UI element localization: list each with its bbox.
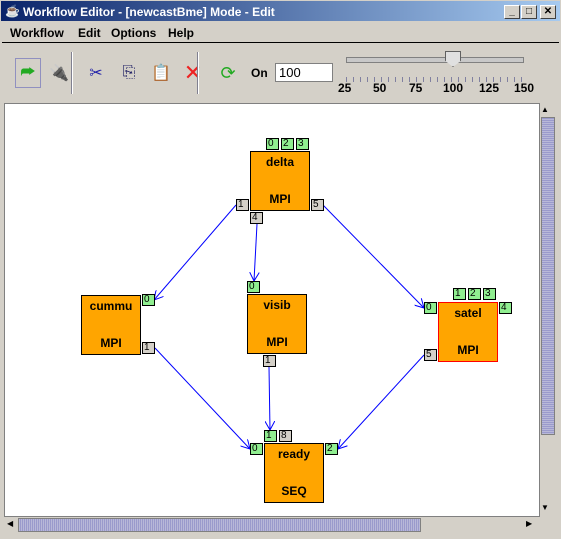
node-name: delta — [265, 155, 294, 169]
horizontal-scroll-thumb[interactable] — [18, 518, 421, 532]
node-cummu[interactable]: cummu MPI — [81, 295, 141, 355]
input-port[interactable]: 1 — [264, 430, 277, 442]
node-delta[interactable]: delta MPI — [250, 151, 310, 211]
scroll-left-icon[interactable]: ◀ — [7, 519, 13, 528]
node-satel[interactable]: satel MPI — [438, 302, 498, 362]
vertical-scrollbar[interactable]: ▲ ▼ — [540, 103, 556, 517]
input-port[interactable]: 1 — [453, 288, 466, 300]
output-port[interactable]: 1 — [236, 199, 249, 211]
node-name: satel — [454, 306, 482, 320]
input-port[interactable]: 0 — [250, 443, 263, 455]
node-type: MPI — [266, 335, 288, 349]
vertical-scroll-thumb[interactable] — [541, 117, 555, 435]
input-port[interactable]: 0 — [142, 294, 155, 306]
node-ready[interactable]: ready SEQ — [264, 443, 324, 503]
horizontal-scrollbar[interactable]: ◀ ▶ — [4, 517, 540, 533]
node-name: visib — [263, 298, 291, 312]
input-port[interactable]: 4 — [499, 302, 512, 314]
input-port[interactable]: 2 — [325, 443, 338, 455]
scroll-down-icon[interactable]: ▼ — [541, 503, 549, 512]
edge[interactable] — [338, 354, 425, 449]
node-type: MPI — [100, 336, 122, 350]
output-port[interactable]: 8 — [279, 430, 292, 442]
input-port[interactable]: 3 — [296, 138, 309, 150]
node-name: ready — [277, 447, 311, 461]
output-port[interactable]: 5 — [424, 349, 437, 361]
output-port[interactable]: 5 — [311, 199, 324, 211]
output-port[interactable]: 1 — [263, 355, 276, 367]
input-port[interactable]: 3 — [483, 288, 496, 300]
node-type: MPI — [269, 192, 291, 206]
node-name: cummu — [89, 299, 133, 313]
scroll-right-icon[interactable]: ▶ — [526, 519, 532, 528]
scroll-up-icon[interactable]: ▲ — [541, 105, 549, 114]
edge[interactable] — [254, 223, 257, 281]
edge[interactable] — [269, 366, 270, 430]
input-port[interactable]: 2 — [468, 288, 481, 300]
input-port[interactable]: 0 — [247, 281, 260, 293]
input-port[interactable]: 2 — [281, 138, 294, 150]
node-type: MPI — [457, 343, 479, 357]
node-type: SEQ — [281, 484, 307, 498]
edge[interactable] — [154, 347, 250, 449]
input-port[interactable]: 0 — [266, 138, 279, 150]
edge[interactable] — [154, 204, 237, 300]
edge[interactable] — [322, 204, 424, 308]
input-port[interactable]: 0 — [424, 302, 437, 314]
node-visib[interactable]: visib MPI — [247, 294, 307, 354]
output-port[interactable]: 4 — [250, 212, 263, 224]
output-port[interactable]: 1 — [142, 342, 155, 354]
